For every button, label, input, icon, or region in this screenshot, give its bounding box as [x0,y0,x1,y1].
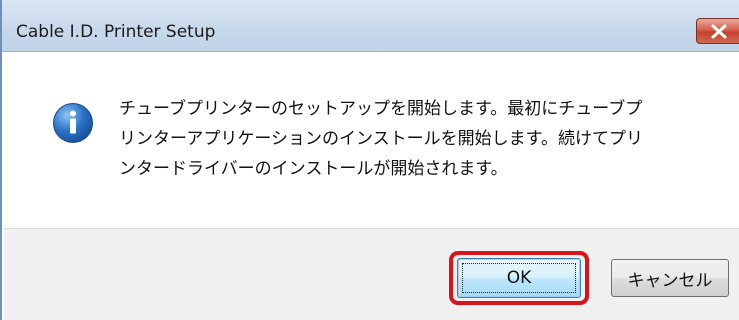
button-bar: OK キャンセル [4,228,739,320]
title-bar[interactable]: Cable I.D. Printer Setup [2,0,739,52]
close-icon [711,24,727,39]
close-button[interactable] [696,18,739,44]
window-title: Cable I.D. Printer Setup [16,22,216,42]
info-icon [53,103,93,143]
ok-button-label: OK [506,268,532,288]
cancel-button-label: キャンセル [627,270,713,291]
cancel-button[interactable]: キャンセル [611,259,729,297]
message-line: チューブプリンターのセットアップを開始します。最初にチューブプ [119,99,643,119]
message-line: ンタードライバーのインストールが開始されます。 [119,159,508,179]
message-line: リンターアプリケーションのインストールを開始します。続けてプリ [119,129,643,149]
ok-button[interactable]: OK [457,258,581,298]
dialog-content: チューブプリンターのセットアップを開始します。最初にチューブプ リンターアプリケ… [4,52,739,228]
message-text: チューブプリンターのセットアップを開始します。最初にチューブプ リンターアプリケ… [119,94,719,184]
dialog-window: Cable I.D. Printer Setup チューブプリンターのセットアッ… [0,0,739,320]
